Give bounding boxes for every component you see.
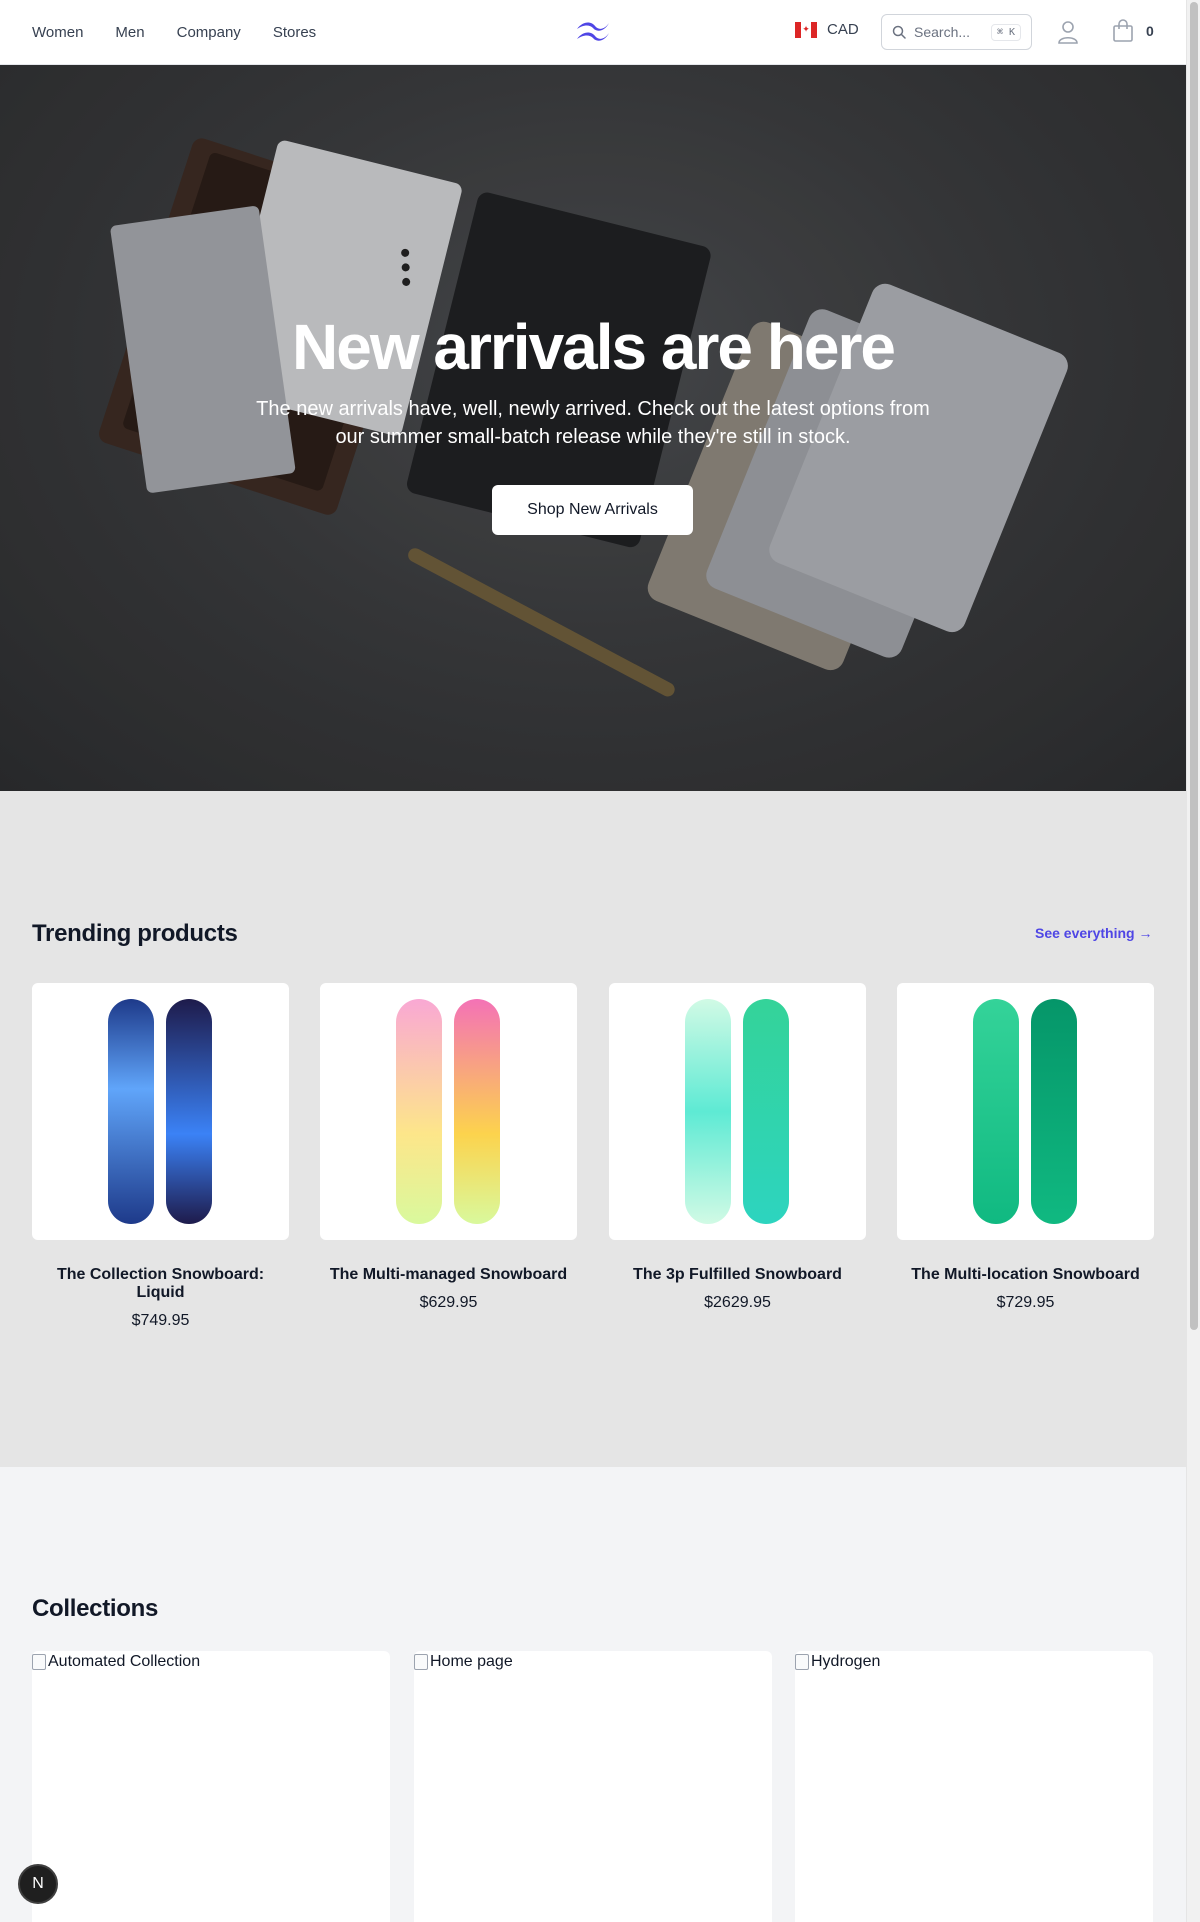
- snowboard-front: [685, 999, 731, 1224]
- trending-title: Trending products: [32, 920, 238, 947]
- product-price: $729.95: [996, 1294, 1055, 1311]
- search-placeholder: Search...: [914, 24, 971, 40]
- product-price: $629.95: [419, 1294, 478, 1311]
- snowboard-front: [973, 999, 1019, 1224]
- snowboard-back: [743, 999, 789, 1224]
- collection-image-alt: Automated Collection: [48, 1653, 201, 1670]
- site-header: Women Men Company Stores ✦ CAD Search...…: [0, 0, 1186, 65]
- page-scrollbar[interactable]: [1186, 0, 1200, 1922]
- scrollbar-thumb[interactable]: [1190, 2, 1198, 1330]
- collections-section: Collections Automated Collection Home pa…: [0, 1467, 1186, 1922]
- nav-link-company[interactable]: Company: [177, 24, 241, 41]
- snowboard-back: [454, 999, 500, 1224]
- collection-image[interactable]: Automated Collection: [32, 1653, 200, 1671]
- trending-products-section: Trending products See everything → The C…: [0, 791, 1186, 1467]
- cart-count: 0: [1146, 23, 1154, 39]
- product-image[interactable]: [32, 983, 289, 1240]
- broken-image-icon: [414, 1654, 428, 1670]
- user-account-icon[interactable]: [1055, 19, 1081, 45]
- product-name[interactable]: The Multi-managed Snowboard: [320, 1266, 577, 1284]
- collection-card[interactable]: Automated Collection: [32, 1651, 390, 1922]
- search-icon: [892, 25, 906, 39]
- collections-title: Collections: [32, 1595, 159, 1622]
- shop-new-arrivals-button[interactable]: Shop New Arrivals: [492, 485, 693, 535]
- broken-image-icon: [32, 1654, 46, 1670]
- search-box[interactable]: Search... ⌘ K: [881, 14, 1032, 50]
- hero-title: New arrivals are here: [292, 311, 896, 383]
- collection-image[interactable]: Hydrogen: [795, 1653, 880, 1671]
- product-card[interactable]: The 3p Fulfilled Snowboard $2629.95: [609, 983, 866, 1312]
- product-card[interactable]: The Collection Snowboard: Liquid $749.95: [32, 983, 289, 1330]
- product-card[interactable]: The Multi-managed Snowboard $629.95: [320, 983, 577, 1312]
- product-price: $2629.95: [704, 1294, 771, 1311]
- hero-banner: New arrivals are here The new arrivals h…: [0, 65, 1186, 791]
- nav-link-stores[interactable]: Stores: [273, 24, 316, 41]
- product-image[interactable]: [609, 983, 866, 1240]
- broken-image-icon: [795, 1654, 809, 1670]
- snowboard-back: [166, 999, 212, 1224]
- product-image[interactable]: [897, 983, 1154, 1240]
- snowboard-front: [108, 999, 154, 1224]
- snowboard-back: [1031, 999, 1077, 1224]
- product-name[interactable]: The Collection Snowboard: Liquid: [32, 1266, 289, 1302]
- product-image[interactable]: [320, 983, 577, 1240]
- product-name[interactable]: The Multi-location Snowboard: [897, 1266, 1154, 1284]
- brand-logo-icon[interactable]: [575, 19, 611, 43]
- product-name[interactable]: The 3p Fulfilled Snowboard: [609, 1266, 866, 1284]
- collection-image[interactable]: Home page: [414, 1653, 513, 1671]
- currency-label: CAD: [827, 21, 859, 38]
- currency-selector[interactable]: ✦ CAD: [795, 21, 859, 38]
- dev-tools-button[interactable]: N: [18, 1864, 58, 1904]
- product-price: $749.95: [131, 1312, 190, 1329]
- shopping-bag-icon: [1113, 19, 1133, 42]
- collection-image-alt: Hydrogen: [811, 1653, 881, 1670]
- collection-image-alt: Home page: [430, 1653, 513, 1670]
- nav-link-women[interactable]: Women: [32, 24, 83, 41]
- canada-flag-icon: ✦: [795, 21, 817, 38]
- collection-card[interactable]: Hydrogen: [795, 1651, 1153, 1922]
- nav-link-men[interactable]: Men: [115, 24, 144, 41]
- product-card[interactable]: The Multi-location Snowboard $729.95: [897, 983, 1154, 1312]
- search-shortcut: ⌘ K: [990, 23, 1021, 41]
- collection-card[interactable]: Home page: [414, 1651, 772, 1922]
- hero-subtitle: The new arrivals have, well, newly arriv…: [256, 398, 930, 448]
- snowboard-front: [396, 999, 442, 1224]
- main-nav: Women Men Company Stores: [32, 0, 316, 64]
- cart-button[interactable]: 0: [1112, 19, 1154, 43]
- see-everything-link[interactable]: See everything →: [1035, 925, 1153, 941]
